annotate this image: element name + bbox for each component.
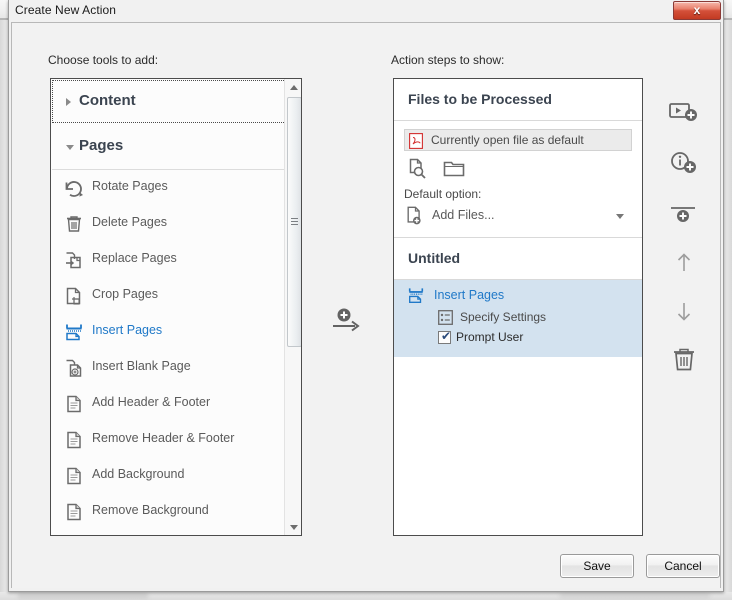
action-steps-label: Action steps to show:: [391, 53, 505, 67]
cancel-button[interactable]: Cancel: [646, 554, 720, 578]
tool-item-rotate-pages-label: Rotate Pages: [92, 179, 168, 193]
pdf-file-icon: [409, 133, 423, 149]
tool-item-add-background[interactable]: Add Background: [51, 458, 301, 494]
create-new-action-dialog: Create New Action x Choose tools to add:…: [8, 0, 724, 592]
default-option-label: Default option:: [404, 187, 482, 201]
add-divider-button[interactable]: [660, 193, 708, 233]
trash-icon: [63, 213, 85, 235]
settings-list-icon: [438, 310, 453, 325]
add-file-search-icon[interactable]: [406, 157, 430, 181]
tools-group-pages[interactable]: Pages: [51, 124, 301, 169]
close-button[interactable]: x: [673, 1, 721, 20]
action-step-insert-pages[interactable]: Insert Pages Specify Settings ✔ Prompt U…: [394, 280, 642, 357]
close-icon: x: [693, 3, 701, 17]
add-tool-to-steps-button[interactable]: [330, 305, 364, 337]
insert-blank-page-icon: [63, 357, 85, 379]
tool-item-add-header-footer-label: Add Header & Footer: [92, 395, 211, 409]
chevron-down-icon: [66, 145, 74, 150]
tool-item-insert-blank-page[interactable]: Insert Blank Page: [51, 350, 301, 386]
scrollbar-thumb[interactable]: [287, 97, 301, 347]
save-button[interactable]: Save: [560, 554, 634, 578]
add-instruction-button[interactable]: [660, 143, 708, 183]
action-name-title: Untitled: [408, 250, 461, 266]
rotate-pages-icon: [63, 177, 85, 199]
tool-item-insert-blank-page-label: Insert Blank Page: [92, 359, 191, 373]
page-icon: [63, 393, 85, 415]
tools-group-content[interactable]: Content: [51, 79, 301, 124]
move-up-button[interactable]: [660, 243, 708, 283]
scroll-up-icon: [290, 85, 298, 90]
tools-list-scrollbar[interactable]: [284, 79, 301, 535]
file-add-buttons-row: [404, 155, 632, 185]
tool-item-delete-pages-label: Delete Pages: [92, 215, 168, 229]
replace-pages-icon: [63, 249, 85, 271]
currently-open-file-label: Currently open file as default: [431, 133, 584, 147]
step-title-label: Insert Pages: [434, 288, 505, 302]
tool-item-replace-pages[interactable]: Replace Pages: [51, 242, 301, 278]
prompt-user-checkbox[interactable]: ✔: [438, 329, 452, 344]
tools-group-pages-label: Pages: [79, 137, 124, 154]
chevron-right-icon: [66, 98, 71, 106]
tool-item-insert-pages-label: Insert Pages: [92, 323, 163, 337]
currently-open-file-row[interactable]: Currently open file as default: [404, 129, 632, 151]
choose-tools-label: Choose tools to add:: [48, 53, 159, 67]
step-sub-specify-settings[interactable]: Specify Settings: [394, 307, 642, 328]
scroll-down-button[interactable]: [285, 519, 301, 535]
tool-item-remove-header-footer-label: Remove Header & Footer: [92, 431, 235, 445]
dialog-title: Create New Action: [15, 3, 117, 17]
tool-item-delete-pages[interactable]: Delete Pages: [51, 206, 301, 242]
step-sub-specify-settings-label: Specify Settings: [460, 310, 547, 324]
action-section-header: Untitled: [394, 238, 642, 280]
dialog-body: Choose tools to add: Action steps to sho…: [11, 22, 721, 588]
crop-pages-icon: [63, 285, 85, 307]
default-option-dropdown[interactable]: Add Files...: [404, 203, 632, 229]
tool-item-remove-background[interactable]: Remove Background: [51, 494, 301, 530]
files-section-header: Files to be Processed: [394, 79, 642, 121]
tool-item-add-background-label: Add Background: [92, 467, 185, 481]
steps-toolbar: [660, 93, 708, 383]
tool-item-crop-pages[interactable]: Crop Pages: [51, 278, 301, 314]
tool-item-insert-pages[interactable]: Insert Pages: [51, 314, 301, 350]
default-option-value: Add Files...: [432, 208, 495, 222]
tool-item-replace-pages-label: Replace Pages: [92, 251, 177, 265]
tool-item-crop-pages-label: Crop Pages: [92, 287, 159, 301]
delete-step-button[interactable]: [660, 341, 708, 381]
step-sub-prompt-user[interactable]: ✔ Prompt User: [394, 328, 642, 349]
tool-item-add-header-footer[interactable]: Add Header & Footer: [51, 386, 301, 422]
tool-item-partial[interactable]: [51, 530, 301, 535]
page-icon: [63, 501, 85, 523]
add-folder-icon[interactable]: [442, 157, 466, 181]
tools-list[interactable]: Content Pages Rotate Pages Delete Pages …: [50, 78, 302, 536]
add-instruction-icon: [671, 152, 696, 173]
dialog-titlebar: Create New Action x: [9, 0, 723, 20]
add-file-icon: [405, 205, 425, 227]
scroll-down-icon: [290, 525, 298, 530]
scroll-up-button[interactable]: [285, 79, 301, 95]
add-step-arrow-icon: [333, 308, 360, 332]
insert-pages-icon: [406, 287, 426, 305]
insert-pages-icon: [63, 321, 85, 343]
chevron-down-icon: [616, 214, 624, 219]
backdrop-bottom-edge: [0, 592, 732, 600]
files-section-body: Currently open file as default Default o…: [394, 121, 642, 238]
move-down-button[interactable]: [660, 291, 708, 331]
tool-item-remove-background-label: Remove Background: [92, 503, 209, 517]
action-steps-panel[interactable]: Files to be Processed Currently open fil…: [393, 78, 643, 536]
add-step-button[interactable]: [660, 93, 708, 133]
page-icon: [63, 429, 85, 451]
add-divider-icon: [671, 207, 695, 222]
move-up-icon: [677, 253, 691, 271]
tools-group-content-label: Content: [79, 92, 136, 109]
step-title-row[interactable]: Insert Pages: [394, 285, 642, 307]
files-section-title: Files to be Processed: [408, 91, 552, 107]
checkmark-icon: ✔: [441, 329, 452, 343]
step-sub-prompt-user-label: Prompt User: [456, 330, 524, 344]
page-icon: [63, 465, 85, 487]
move-down-icon: [677, 303, 691, 321]
scrollbar-grip-icon: [291, 218, 298, 226]
add-step-icon: [669, 103, 697, 121]
delete-icon: [674, 348, 694, 371]
tool-item-remove-header-footer[interactable]: Remove Header & Footer: [51, 422, 301, 458]
tool-item-rotate-pages[interactable]: Rotate Pages: [51, 170, 301, 206]
